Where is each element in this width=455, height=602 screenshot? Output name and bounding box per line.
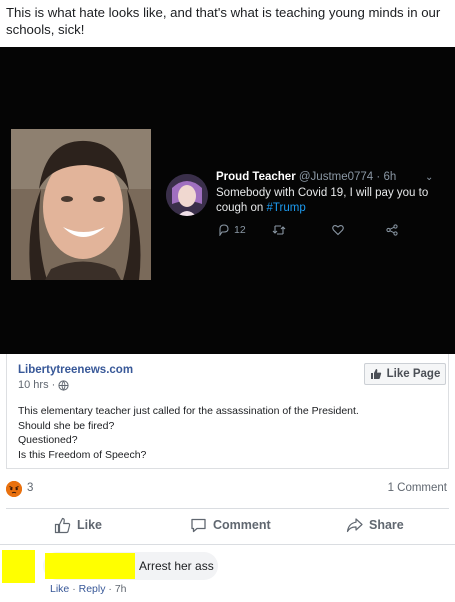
- post-image[interactable]: Proud Teacher @Justme0774 · 6h ⌄ Somebod…: [0, 47, 455, 354]
- tweet-share-action[interactable]: [386, 224, 398, 236]
- post-text: This elementary teacher just called for …: [18, 404, 438, 462]
- share-button-label: Share: [369, 518, 404, 532]
- retweet-icon: [272, 225, 286, 235]
- like-page-label: Like Page: [386, 368, 441, 380]
- commenter-name-redacted[interactable]: [45, 553, 135, 579]
- post-text-line: Should she be fired?: [18, 419, 115, 432]
- post-timestamp: 10 hrs ·: [18, 379, 69, 391]
- like-button[interactable]: Like: [54, 511, 102, 539]
- reaction-count[interactable]: 3: [27, 482, 33, 494]
- like-page-button[interactable]: Like Page: [364, 363, 446, 385]
- thumbs-up-icon: [370, 369, 381, 379]
- post-actions: Like Comment Share: [6, 511, 449, 539]
- comment-reply-link[interactable]: Reply: [79, 583, 106, 595]
- post-text-line: Is this Freedom of Speech?: [18, 448, 147, 461]
- comment-meta: Like · Reply · 7h: [50, 583, 127, 595]
- teacher-photo: [11, 129, 151, 280]
- reply-icon: [219, 224, 229, 236]
- tweet-reply-action[interactable]: 12: [218, 224, 246, 236]
- chevron-down-icon[interactable]: ⌄: [425, 172, 433, 183]
- comment-like-link[interactable]: Like: [50, 583, 69, 595]
- reaction-bar: 3 1 Comment: [6, 480, 449, 498]
- tweet-handle[interactable]: @Justme0774: [299, 171, 373, 183]
- post-text-line: Questioned?: [18, 434, 78, 446]
- commenter-avatar[interactable]: [2, 550, 35, 583]
- share-icon: [386, 224, 398, 236]
- comment-time[interactable]: 7h: [115, 583, 127, 595]
- post-time-text[interactable]: 10 hrs: [18, 379, 49, 391]
- angry-reaction-icon[interactable]: [6, 481, 22, 497]
- comment-count[interactable]: 1 Comment: [388, 482, 447, 494]
- link-preview-card: Libertytreenews.com 10 hrs · Like Page T…: [0, 354, 455, 602]
- comment-button[interactable]: Comment: [190, 511, 271, 539]
- divider: [0, 544, 455, 545]
- comment-icon: [191, 518, 206, 532]
- post-text-line: This elementary teacher just called for …: [18, 405, 359, 417]
- tweet-avatar[interactable]: [166, 174, 208, 216]
- post-caption: This is what hate looks like, and that's…: [6, 5, 441, 37]
- globe-icon: [58, 379, 69, 391]
- tweet-reply-count: 12: [234, 224, 246, 236]
- share-button[interactable]: Share: [346, 511, 404, 539]
- tweet-time: 6h: [383, 171, 397, 183]
- comment-button-label: Comment: [213, 518, 271, 532]
- page-name-link[interactable]: Libertytreenews.com: [18, 364, 133, 376]
- tweet-author-name[interactable]: Proud Teacher: [216, 171, 296, 183]
- heart-icon: [332, 225, 344, 236]
- tweet-text-main: Somebody with Covid 19, I will pay you t…: [216, 187, 429, 214]
- divider: [6, 508, 449, 509]
- like-button-label: Like: [77, 518, 103, 532]
- tweet-header: Proud Teacher @Justme0774 · 6h: [216, 171, 397, 183]
- tweet-text: Somebody with Covid 19, I will pay you t…: [216, 186, 436, 216]
- share-icon: [346, 517, 363, 532]
- tweet-hashtag[interactable]: #Trump: [267, 202, 306, 214]
- thumbs-up-icon: [54, 517, 71, 533]
- tweet-actions: 12: [216, 224, 406, 240]
- tweet-like-action[interactable]: [332, 224, 344, 236]
- comment-text: Arrest her ass: [139, 559, 214, 573]
- tweet-retweet-action[interactable]: [272, 224, 286, 236]
